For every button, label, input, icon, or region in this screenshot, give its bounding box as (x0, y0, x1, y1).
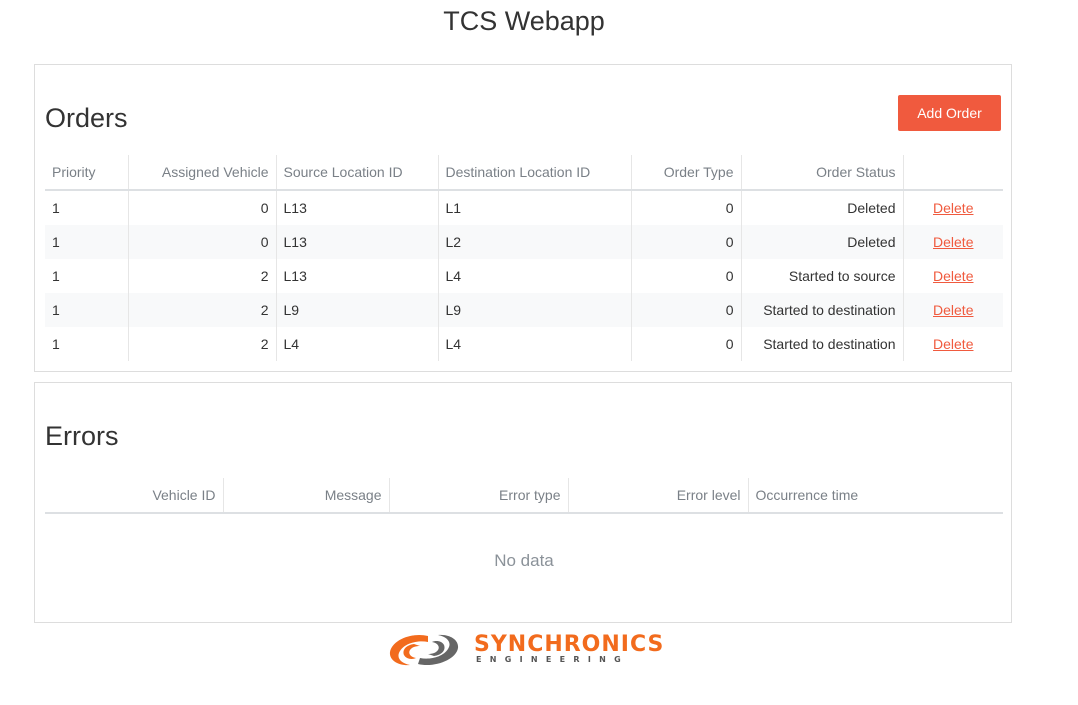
column-header-message[interactable]: Message (223, 478, 390, 514)
table-row: 1 2 L13 L4 0 Started to source Delete (45, 259, 1003, 293)
cell-source-location: L9 (276, 293, 439, 327)
app-title: TCS Webapp (443, 6, 605, 36)
cell-destination-location: L4 (438, 259, 632, 293)
cell-order-type: 0 (631, 293, 742, 327)
errors-title: Errors (45, 421, 119, 451)
column-header-order-type[interactable]: Order Type (631, 155, 742, 191)
cell-destination-location: L2 (438, 225, 632, 259)
cell-order-status: Deleted (741, 225, 904, 259)
cell-order-type: 0 (631, 225, 742, 259)
cell-priority: 1 (45, 327, 129, 361)
errors-panel: Errors Vehicle ID Message Error type Err… (34, 382, 1012, 623)
cell-priority: 1 (45, 225, 129, 259)
delete-link[interactable]: Delete (933, 268, 973, 284)
cell-source-location: L13 (276, 259, 439, 293)
cell-assigned-vehicle: 0 (128, 190, 277, 225)
delete-link[interactable]: Delete (933, 302, 973, 318)
cell-actions: Delete (903, 225, 1003, 259)
cell-assigned-vehicle: 2 (128, 293, 277, 327)
empty-state-text: No data (494, 551, 554, 570)
orders-header-row: Priority Assigned Vehicle Source Locatio… (45, 155, 1003, 191)
cell-priority: 1 (45, 190, 129, 225)
logo-wordmark: SYNCHRONICS (474, 632, 665, 657)
table-row: 1 2 L4 L4 0 Started to destination Delet… (45, 327, 1003, 361)
delete-link[interactable]: Delete (933, 234, 973, 250)
column-header-assigned-vehicle[interactable]: Assigned Vehicle (128, 155, 277, 191)
table-row: 1 0 L13 L1 0 Deleted Delete (45, 190, 1003, 225)
cell-priority: 1 (45, 259, 129, 293)
delete-link[interactable]: Delete (933, 336, 973, 352)
column-header-error-level[interactable]: Error level (568, 478, 749, 514)
synchronics-swirl-icon (389, 634, 459, 666)
cell-order-status: Started to destination (741, 327, 904, 361)
logo-subtitle: ENGINEERING (476, 655, 630, 664)
column-header-error-type[interactable]: Error type (389, 478, 569, 514)
cell-order-status: Deleted (741, 190, 904, 225)
cell-priority: 1 (45, 293, 129, 327)
cell-source-location: L4 (276, 327, 439, 361)
cell-actions: Delete (903, 327, 1003, 361)
cell-assigned-vehicle: 0 (128, 225, 277, 259)
cell-order-status: Started to destination (741, 293, 904, 327)
cell-order-type: 0 (631, 259, 742, 293)
column-header-priority[interactable]: Priority (45, 155, 129, 191)
cell-source-location: L13 (276, 225, 439, 259)
delete-link[interactable]: Delete (933, 200, 973, 216)
column-header-destination-location[interactable]: Destination Location ID (438, 155, 632, 191)
cell-assigned-vehicle: 2 (128, 327, 277, 361)
cell-source-location: L13 (276, 190, 439, 225)
cell-actions: Delete (903, 259, 1003, 293)
cell-order-type: 0 (631, 190, 742, 225)
orders-title: Orders (45, 103, 128, 133)
cell-assigned-vehicle: 2 (128, 259, 277, 293)
add-order-button[interactable]: Add Order (898, 95, 1001, 131)
cell-actions: Delete (903, 293, 1003, 327)
cell-order-type: 0 (631, 327, 742, 361)
cell-destination-location: L9 (438, 293, 632, 327)
cell-destination-location: L1 (438, 190, 632, 225)
column-header-source-location[interactable]: Source Location ID (276, 155, 439, 191)
table-row: 1 0 L13 L2 0 Deleted Delete (45, 225, 1003, 259)
column-header-vehicle-id[interactable]: Vehicle ID (45, 478, 224, 514)
errors-header-row: Vehicle ID Message Error type Error leve… (45, 478, 1003, 514)
orders-table: Priority Assigned Vehicle Source Locatio… (45, 155, 1003, 361)
column-header-order-status[interactable]: Order Status (741, 155, 904, 191)
errors-table: Vehicle ID Message Error type Error leve… (45, 478, 1003, 514)
cell-actions: Delete (903, 190, 1003, 225)
cell-destination-location: L4 (438, 327, 632, 361)
cell-order-status: Started to source (741, 259, 904, 293)
table-row: 1 2 L9 L9 0 Started to destination Delet… (45, 293, 1003, 327)
company-logo: SYNCHRONICS ENGINEERING (388, 630, 663, 670)
column-header-occurrence-time[interactable]: Occurrence time (748, 478, 1003, 514)
column-header-actions (903, 155, 1003, 191)
orders-panel: Orders Add Order Priority Assigned Vehic… (34, 64, 1012, 372)
